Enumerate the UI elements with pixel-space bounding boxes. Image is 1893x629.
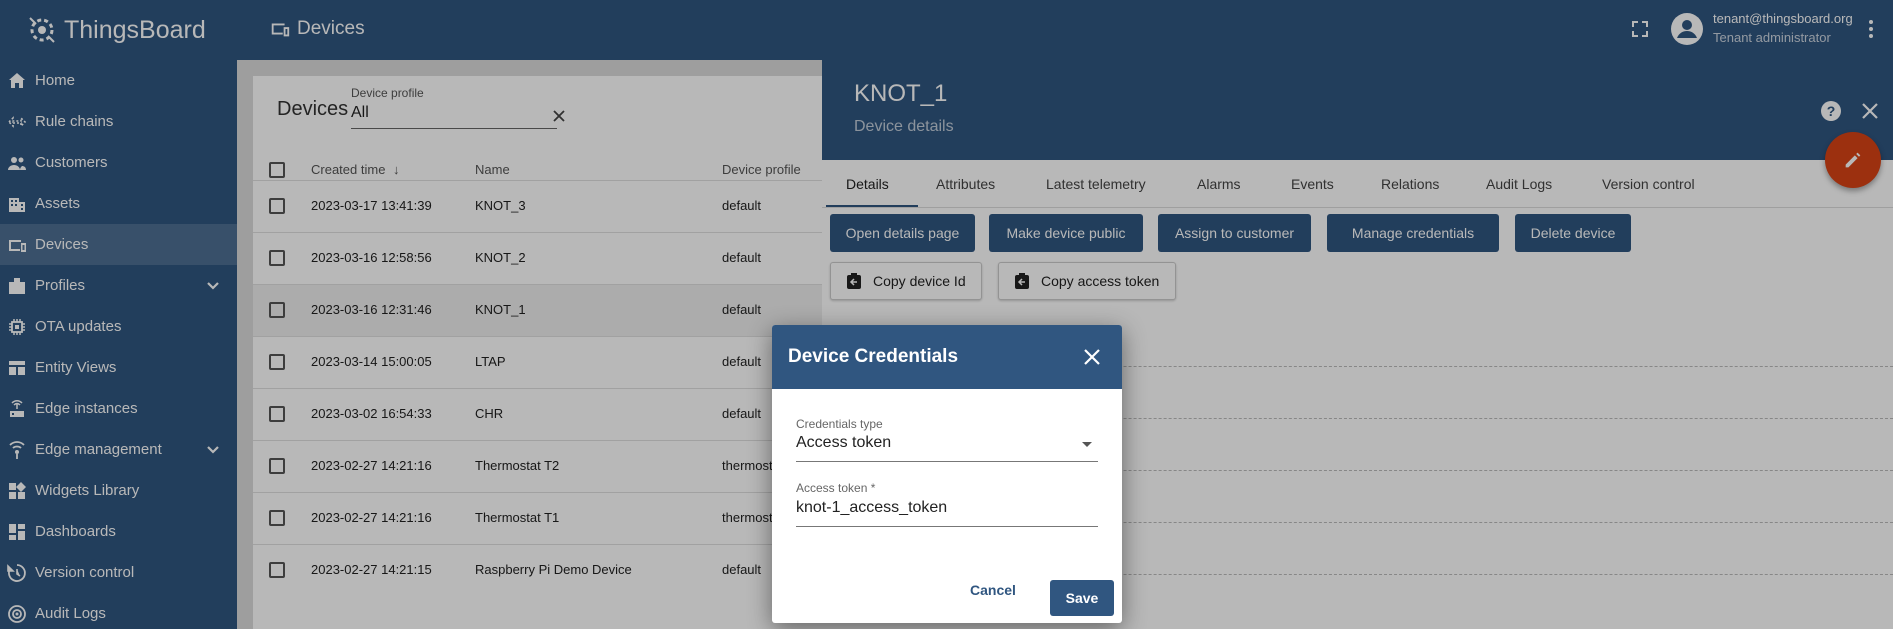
dialog-title: Device Credentials (788, 346, 959, 367)
cancel-button[interactable]: Cancel (970, 582, 1016, 598)
save-button[interactable]: Save (1050, 580, 1114, 616)
credentials-type-underline (796, 461, 1098, 462)
dropdown-arrow-icon[interactable] (1082, 442, 1092, 447)
device-credentials-dialog: Device Credentials Credentials type Acce… (772, 325, 1122, 623)
access-token-label: Access token * (796, 481, 876, 495)
credentials-type-select[interactable]: Access token (796, 434, 891, 452)
credentials-type-label: Credentials type (796, 417, 883, 431)
access-token-input[interactable]: knot-1_access_token (796, 499, 947, 517)
access-token-underline (796, 526, 1098, 527)
close-dialog-icon[interactable] (1084, 349, 1100, 365)
dialog-header: Device Credentials (772, 325, 1122, 389)
